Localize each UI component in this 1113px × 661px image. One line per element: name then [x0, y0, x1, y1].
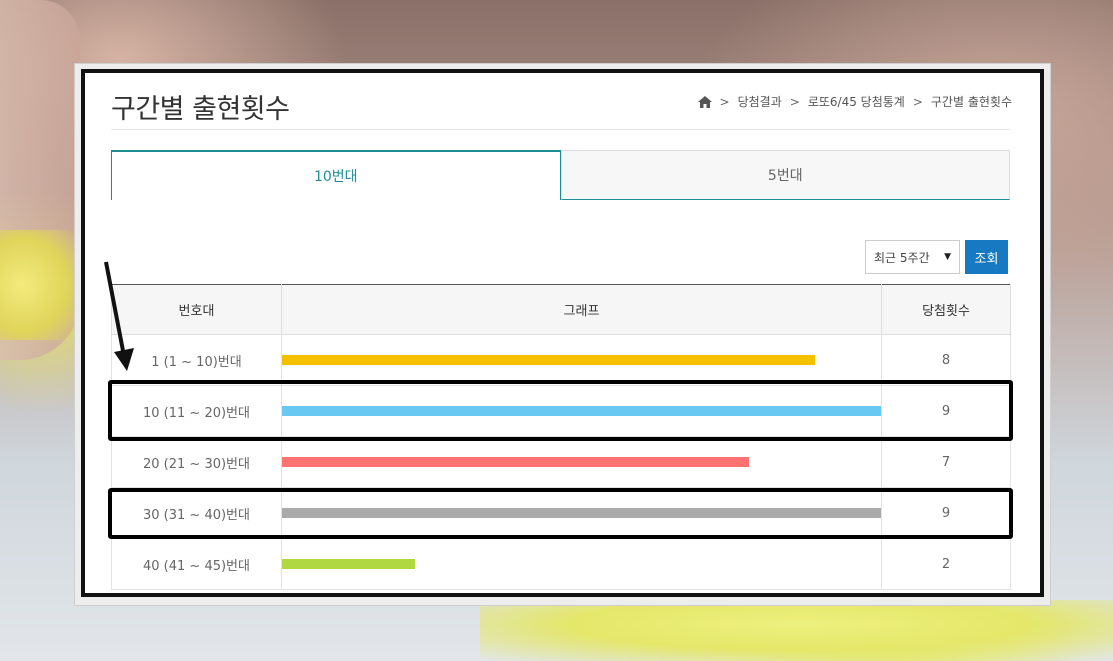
breadcrumb: > 당첨결과 > 로또6/45 당첨통계 > 구간별 출현횟수	[697, 93, 1012, 110]
period-select[interactable]: 최근 5주간 ▼	[865, 240, 960, 274]
background-yellow-blob	[480, 600, 1113, 661]
range-cell: 20 (21 ~ 30)번대	[111, 436, 282, 488]
filter-controls: 최근 5주간 ▼ 조회	[865, 240, 1008, 274]
table-row: 1 (1 ~ 10)번대 8	[111, 334, 1011, 386]
breadcrumb-separator: >	[912, 94, 923, 109]
highlight-box	[108, 380, 1013, 441]
count-bar	[282, 559, 415, 569]
table-row: 20 (21 ~ 30)번대 7	[111, 436, 1011, 488]
count-cell: 8	[881, 334, 1011, 386]
period-select-value: 최근 5주간	[874, 250, 930, 265]
count-bar	[282, 355, 815, 365]
range-cell: 40 (41 ~ 45)번대	[111, 538, 282, 590]
tab-10-range[interactable]: 10번대	[111, 150, 561, 200]
count-cell: 2	[881, 538, 1011, 590]
breadcrumb-separator: >	[719, 94, 730, 109]
arrow-annotation-icon	[104, 261, 134, 371]
home-icon[interactable]	[697, 95, 712, 108]
breadcrumb-item-stats[interactable]: 로또6/45 당첨통계	[808, 93, 905, 110]
count-cell: 7	[881, 436, 1011, 488]
column-header-graph: 그래프	[281, 284, 882, 335]
column-header-count: 당첨횟수	[881, 284, 1011, 335]
breadcrumb-separator: >	[789, 94, 800, 109]
highlight-box	[108, 488, 1013, 539]
table-header-row: 번호대 그래프 당첨횟수	[111, 284, 1011, 335]
page-title: 구간별 출현횟수	[111, 94, 290, 125]
breadcrumb-item-results[interactable]: 당첨결과	[738, 93, 782, 110]
tab-5-range[interactable]: 5번대	[560, 150, 1010, 200]
graph-cell	[281, 436, 882, 488]
tab-bar: 10번대 5번대	[111, 150, 1010, 200]
caret-down-icon: ▼	[944, 252, 951, 262]
graph-cell	[281, 538, 882, 590]
title-divider	[111, 129, 1010, 130]
graph-cell	[281, 334, 882, 386]
query-button[interactable]: 조회	[965, 240, 1008, 274]
count-bar	[282, 457, 749, 467]
breadcrumb-item-current: 구간별 출현횟수	[930, 95, 1012, 109]
table-row: 40 (41 ~ 45)번대 2	[111, 538, 1011, 590]
background-yellow-blob	[0, 230, 75, 340]
